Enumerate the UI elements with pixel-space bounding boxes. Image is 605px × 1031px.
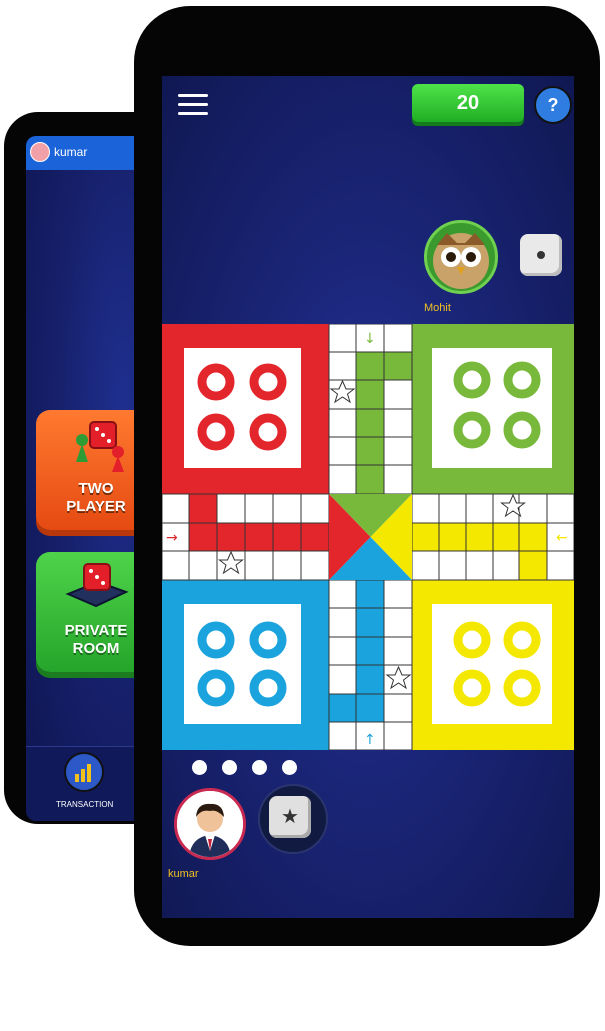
opponent-avatar [424, 220, 498, 294]
coin-counter-button[interactable]: 20 [412, 84, 524, 122]
player-name: kumar [168, 868, 199, 880]
home-center [329, 494, 412, 580]
lobby-username: kumar [54, 145, 88, 159]
svg-text:←: ← [556, 530, 568, 546]
dice-box-icon [65, 563, 129, 608]
bar-chart-icon [75, 764, 91, 782]
transaction-label: TRANSACTION [56, 800, 114, 809]
opponent-dice [520, 234, 562, 276]
owl-icon [433, 233, 489, 289]
menu-icon[interactable] [178, 94, 208, 116]
dice-icon [537, 251, 545, 259]
dice-pawn-icon [76, 421, 124, 472]
man-avatar-icon [177, 791, 243, 857]
lobby-avatar[interactable] [30, 142, 50, 162]
player-avatar [174, 788, 246, 860]
question-icon[interactable]: ? [534, 86, 572, 124]
transaction-icon[interactable] [64, 752, 104, 792]
opponent-name: Mohit [424, 302, 451, 314]
svg-text:↑: ↑ [364, 732, 376, 748]
roll-dice-button[interactable]: ★ [269, 796, 311, 838]
ludo-board[interactable]: ↓ ↑ → ← [162, 324, 574, 750]
game-screen: 20 ? Mohit ↓ ↑ → ← kumar ★ [162, 76, 574, 918]
svg-text:↓: ↓ [364, 331, 376, 347]
svg-text:→: → [166, 530, 178, 546]
